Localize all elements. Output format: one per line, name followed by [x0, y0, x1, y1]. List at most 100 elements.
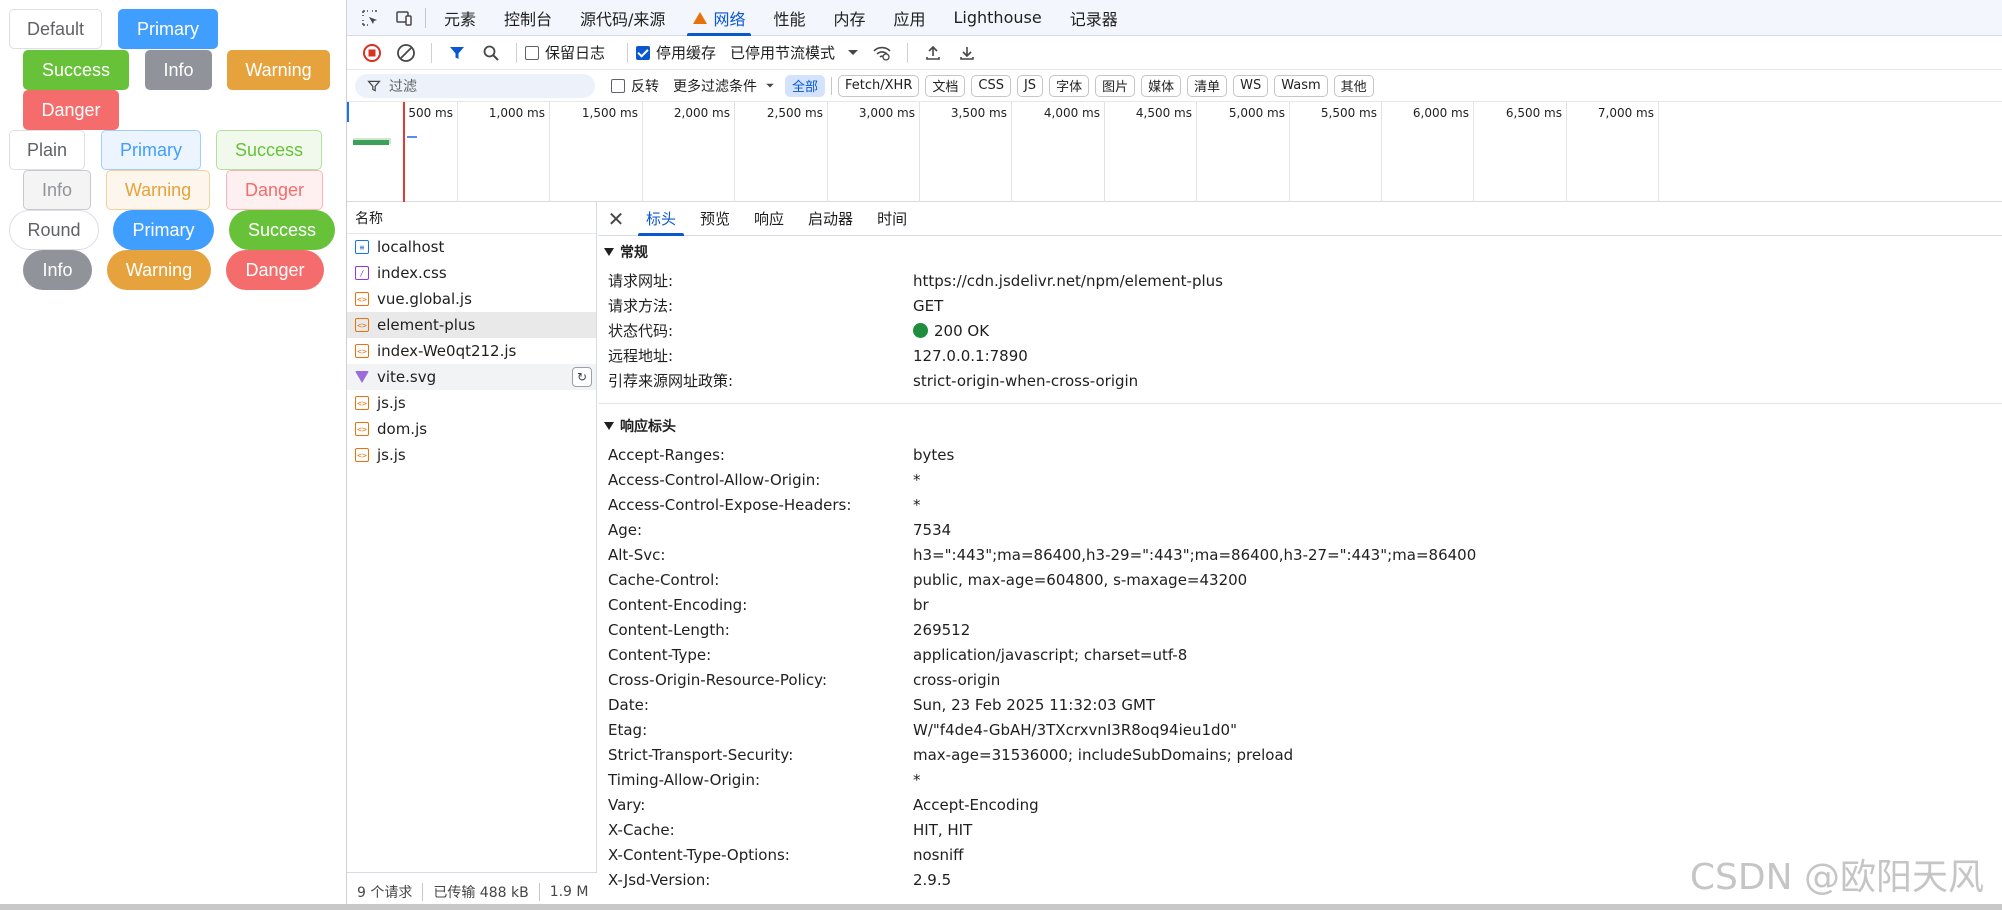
header-value: public, max-age=604800, s-maxage=43200 [913, 570, 1248, 589]
request-row[interactable]: <> dom.js [347, 416, 596, 442]
throttling-select[interactable]: 已停用节流模式 [730, 42, 835, 63]
round-danger-button[interactable]: Danger [226, 250, 324, 290]
filter-icon [367, 80, 381, 92]
record-stop-icon[interactable] [355, 36, 389, 70]
request-row[interactable]: <> vue.global.js [347, 286, 596, 312]
tab-elements[interactable]: 元素 [430, 0, 490, 36]
request-row[interactable]: <> js.js [347, 390, 596, 416]
toolbar-divider [431, 42, 432, 63]
tab-lighthouse[interactable]: Lighthouse [940, 0, 1056, 36]
tab-timing[interactable]: 时间 [865, 202, 919, 236]
clear-icon[interactable] [389, 36, 423, 70]
header-row: 远程地址: 127.0.0.1:7890 [598, 343, 2002, 368]
timeline-tick-label: 5,000 ms [1228, 106, 1285, 120]
timeline-gridline [919, 102, 920, 202]
general-section-title: 常规 [620, 245, 648, 261]
filter-chip-font[interactable]: 字体 [1049, 74, 1090, 97]
filter-input[interactable]: 过滤 [355, 73, 595, 98]
filter-chip-ws[interactable]: WS [1233, 74, 1269, 97]
plain-primary-button[interactable]: Primary [101, 130, 201, 170]
header-value: GET [913, 296, 944, 315]
tab-headers[interactable]: 标头 [634, 202, 688, 236]
import-har-icon[interactable] [916, 36, 950, 70]
preserve-log-checkbox[interactable]: 保留日志 [525, 42, 605, 63]
primary-button[interactable]: Primary [118, 9, 218, 49]
export-har-icon[interactable] [950, 36, 984, 70]
dom-content-loaded-marker [347, 102, 349, 122]
request-row[interactable]: vite.svg ↻ [347, 364, 596, 390]
round-warning-button[interactable]: Warning [107, 250, 211, 290]
chevron-down-icon[interactable] [841, 36, 865, 70]
timeline-gridline [1196, 102, 1197, 202]
filter-chip-wasm[interactable]: Wasm [1274, 74, 1328, 97]
header-row: 请求方法: GET [598, 293, 2002, 318]
filter-chip-media[interactable]: 媒体 [1141, 74, 1182, 97]
success-button[interactable]: Success [23, 50, 129, 90]
filter-chip-css[interactable]: CSS [971, 74, 1011, 97]
disable-cache-label: 停用缓存 [656, 44, 717, 62]
tab-sources[interactable]: 源代码/来源 [566, 0, 679, 36]
header-name: Access-Control-Expose-Headers: [608, 495, 852, 514]
tab-initiator[interactable]: 启动器 [796, 202, 865, 236]
more-filters-dropdown[interactable]: 更多过滤条件 [673, 76, 775, 96]
filter-chip-doc[interactable]: 文档 [925, 74, 966, 97]
request-row[interactable]: ≡ localhost [347, 234, 596, 260]
request-row[interactable]: / index.css [347, 260, 596, 286]
filter-chip-manifest[interactable]: 清单 [1187, 74, 1228, 97]
plain-danger-button[interactable]: Danger [226, 170, 323, 210]
devtools-tabbar: 元素 控制台 源代码/来源 网络 性能 内存 应用 Lighthouse 记录器 [347, 0, 2002, 36]
filter-chip-all[interactable]: 全部 [785, 74, 826, 97]
inspect-element-icon[interactable] [353, 1, 387, 35]
invert-checkbox[interactable]: 反转 [611, 76, 659, 96]
filter-icon[interactable] [440, 36, 474, 70]
tab-memory[interactable]: 内存 [819, 0, 879, 36]
filter-chip-js[interactable]: JS [1016, 74, 1044, 97]
tab-recorder[interactable]: 记录器 [1056, 0, 1132, 36]
header-name: Cross-Origin-Resource-Policy: [608, 670, 828, 689]
plain-success-button[interactable]: Success [216, 130, 322, 170]
timeline-tick-label: 6,500 ms [1505, 106, 1562, 120]
tab-preview[interactable]: 预览 [688, 202, 742, 236]
danger-button[interactable]: Danger [23, 90, 119, 130]
header-name: Strict-Transport-Security: [608, 745, 794, 764]
header-name: X-Cache: [608, 820, 675, 839]
info-button[interactable]: Info [145, 50, 212, 90]
request-row[interactable]: <> element-plus [347, 312, 596, 338]
warning-button[interactable]: Warning [227, 50, 330, 90]
tab-performance[interactable]: 性能 [759, 0, 819, 36]
round-success-button[interactable]: Success [229, 210, 335, 250]
filter-chip-fetch-xhr[interactable]: Fetch/XHR [838, 74, 920, 97]
general-section-toggle[interactable]: 常规 [598, 236, 2002, 268]
image-file-icon [355, 371, 369, 383]
timeline-tick-label: 3,000 ms [858, 106, 915, 120]
filter-chip-img[interactable]: 图片 [1095, 74, 1136, 97]
request-detail-pane: ✕ 标头 预览 响应 启动器 时间 常规 请求网址: https://cdn.js… [598, 202, 2002, 910]
request-row[interactable]: <> index-We0qt212.js [347, 338, 596, 364]
request-count: 9 个请求 [357, 884, 413, 901]
filter-chip-other[interactable]: 其他 [1333, 74, 1374, 97]
network-conditions-icon[interactable] [865, 36, 899, 70]
header-value: application/javascript; charset=utf-8 [913, 645, 1188, 664]
round-button[interactable]: Round [9, 210, 99, 250]
round-primary-button[interactable]: Primary [113, 210, 214, 250]
request-list-header[interactable]: 名称 [347, 202, 596, 234]
response-headers-toggle[interactable]: 响应标头 [598, 410, 2002, 442]
tab-response[interactable]: 响应 [742, 202, 796, 236]
tab-console[interactable]: 控制台 [490, 0, 566, 36]
round-info-button[interactable]: Info [23, 250, 92, 290]
plain-info-button[interactable]: Info [23, 170, 91, 210]
plain-warning-button[interactable]: Warning [106, 170, 210, 210]
script-file-icon: <> [355, 396, 369, 410]
tab-network[interactable]: 网络 [679, 0, 759, 36]
request-row[interactable]: <> js.js [347, 442, 596, 468]
default-button[interactable]: Default [9, 9, 102, 49]
tab-application[interactable]: 应用 [879, 0, 939, 36]
close-icon[interactable]: ✕ [598, 202, 634, 236]
timeline-overview[interactable]: 500 ms 1,000 ms 1,500 ms 2,000 ms 2,500 ms 3,… [347, 102, 2002, 202]
open-in-sources-icon[interactable]: ↻ [572, 367, 592, 387]
device-toolbar-icon[interactable] [387, 1, 421, 35]
header-row: Content-Type: application/javascript; cha… [598, 642, 2002, 667]
search-icon[interactable] [474, 36, 508, 70]
disable-cache-checkbox[interactable]: 停用缓存 [636, 42, 716, 63]
plain-button[interactable]: Plain [9, 130, 85, 170]
